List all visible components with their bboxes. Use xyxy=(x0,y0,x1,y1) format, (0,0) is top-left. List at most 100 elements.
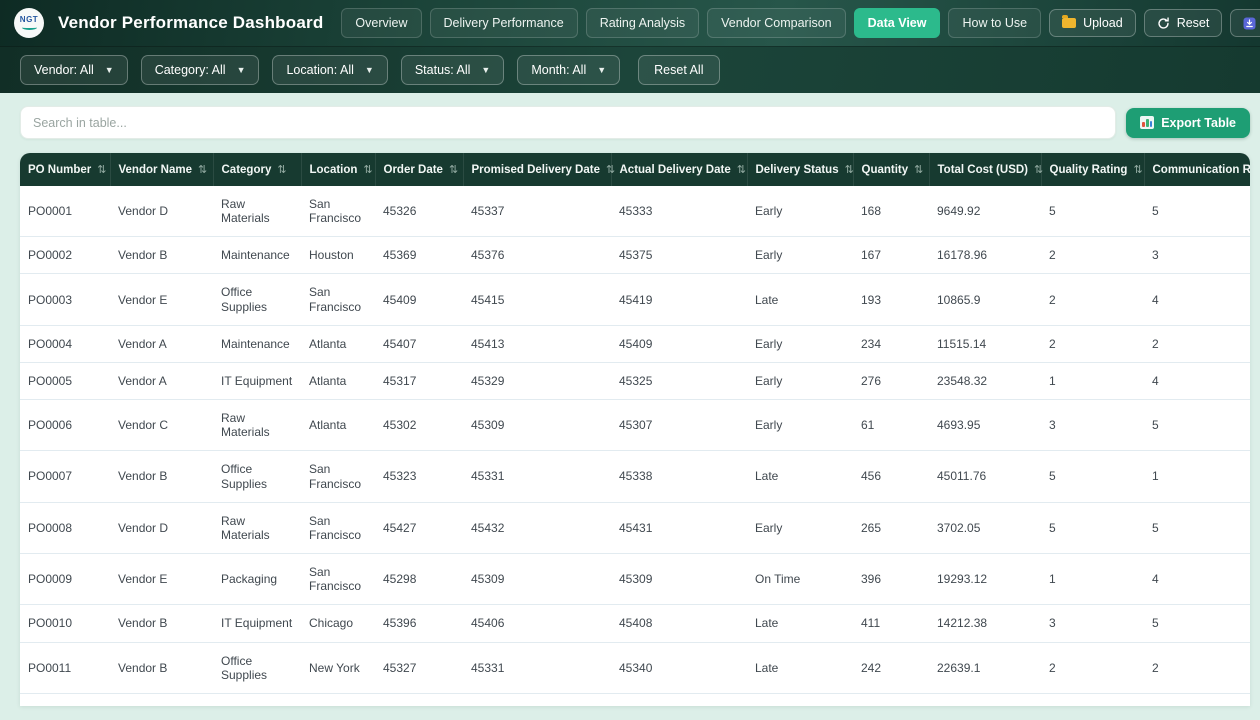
column-label: Order Date xyxy=(384,164,443,176)
cell-po: PO0005 xyxy=(20,362,110,399)
reset-button[interactable]: Reset xyxy=(1144,9,1223,37)
tab-vendor-comparison[interactable]: Vendor Comparison xyxy=(707,8,845,38)
cell-quantity: 276 xyxy=(853,362,929,399)
cell-category: Raw Materials xyxy=(213,400,301,451)
cell-actual-date: 45409 xyxy=(611,325,747,362)
column-label: Promised Delivery Date xyxy=(472,164,600,176)
column-header-quantity[interactable]: Quantity⇅ xyxy=(853,153,929,186)
logo-swoosh-icon xyxy=(22,25,37,30)
tab-data-view[interactable]: Data View xyxy=(854,8,941,38)
filter-dropdown-location[interactable]: Location: All▼ xyxy=(272,55,387,85)
column-header-po-number[interactable]: PO Number ⇅ xyxy=(20,153,110,186)
tab-delivery-performance[interactable]: Delivery Performance xyxy=(430,8,578,38)
cell-total-cost: 45011.76 xyxy=(929,451,1041,502)
cell-total-cost: 10865.9 xyxy=(929,274,1041,325)
cell-vendor: Vendor A xyxy=(110,325,213,362)
cell-actual-date: 45333 xyxy=(611,186,747,237)
cell-category: IT Equipment xyxy=(213,362,301,399)
cell-communication: 5 xyxy=(1144,605,1250,642)
cell-quantity: 411 xyxy=(853,605,929,642)
cell-total-cost: 23548.32 xyxy=(929,362,1041,399)
cell-po: PO0002 xyxy=(20,237,110,274)
export-table-button[interactable]: Export Table xyxy=(1126,108,1250,138)
filter-dropdown-category[interactable]: Category: All▼ xyxy=(141,55,260,85)
table-toolbar: Export Table xyxy=(20,106,1250,139)
filter-dropdown-status[interactable]: Status: All▼ xyxy=(401,55,505,85)
cell-total-cost: 4693.95 xyxy=(929,400,1041,451)
column-header-promised-delivery-date[interactable]: Promised Delivery Date⇅ xyxy=(463,153,611,186)
cell-po: PO0003 xyxy=(20,274,110,325)
export-button[interactable]: Export xyxy=(1230,9,1260,37)
cell-promised-date: 45415 xyxy=(463,274,611,325)
upload-button[interactable]: Upload xyxy=(1049,9,1136,37)
column-label: Category xyxy=(222,164,272,176)
filter-dropdown-month[interactable]: Month: All▼ xyxy=(517,55,620,85)
cell-po: PO0011 xyxy=(20,642,110,693)
cell-location: New York xyxy=(301,642,375,693)
filter-label: Status: All xyxy=(415,63,471,77)
cell-location: Houston xyxy=(301,237,375,274)
cell-total-cost: 9649.92 xyxy=(929,186,1041,237)
cell-vendor: Vendor D xyxy=(110,186,213,237)
cell-category: Packaging xyxy=(213,554,301,605)
page-title: Vendor Performance Dashboard xyxy=(58,13,323,33)
sort-icon: ⇅ xyxy=(198,164,207,176)
app-logo: NGT xyxy=(14,8,44,38)
cell-po: PO0010 xyxy=(20,605,110,642)
cell-quality: 5 xyxy=(1041,502,1144,553)
cell-actual-date: 45431 xyxy=(611,502,747,553)
cell-total-cost: 11515.14 xyxy=(929,325,1041,362)
column-header-vendor-name[interactable]: Vendor Name⇅ xyxy=(110,153,213,186)
tab-overview[interactable]: Overview xyxy=(341,8,421,38)
sort-icon: ⇅ xyxy=(277,164,286,176)
column-header-quality-rating[interactable]: Quality Rating⇅ xyxy=(1041,153,1144,186)
cell-status: Early xyxy=(747,362,853,399)
column-label: Quality Rating xyxy=(1050,164,1128,176)
cell-actual-date: 45309 xyxy=(611,554,747,605)
column-header-communication-rating[interactable]: Communication Rating⇅ xyxy=(1144,153,1250,186)
column-label: Delivery Status xyxy=(756,164,839,176)
column-header-order-date[interactable]: Order Date⇅ xyxy=(375,153,463,186)
reset-label: Reset xyxy=(1177,16,1210,30)
cell-communication: 2 xyxy=(1144,642,1250,693)
cell-actual-date: 45307 xyxy=(611,400,747,451)
tab-how-to-use[interactable]: How to Use xyxy=(948,8,1041,38)
cell-quantity: 265 xyxy=(853,502,929,553)
reset-icon xyxy=(1157,17,1170,30)
table-row: PO0006Vendor CRaw MaterialsAtlanta453024… xyxy=(20,400,1250,451)
filter-dropdown-vendor[interactable]: Vendor: All▼ xyxy=(20,55,128,85)
cell-quality: 2 xyxy=(1041,274,1144,325)
cell-po: PO0008 xyxy=(20,502,110,553)
cell-vendor: Vendor E xyxy=(110,554,213,605)
sort-icon: ⇅ xyxy=(737,164,746,176)
cell-quality: 2 xyxy=(1041,237,1144,274)
column-header-delivery-status[interactable]: Delivery Status⇅ xyxy=(747,153,853,186)
cell-promised-date: 45331 xyxy=(463,642,611,693)
column-header-actual-delivery-date[interactable]: Actual Delivery Date⇅ xyxy=(611,153,747,186)
cell-status: Early xyxy=(747,237,853,274)
cell-total-cost: 14212.38 xyxy=(929,605,1041,642)
column-header-total-cost-usd[interactable]: Total Cost (USD)⇅ xyxy=(929,153,1041,186)
tab-rating-analysis[interactable]: Rating Analysis xyxy=(586,8,699,38)
table-row: PO0009Vendor EPackagingSan Francisco4529… xyxy=(20,554,1250,605)
cell-po: PO0007 xyxy=(20,451,110,502)
column-label: Communication Rating xyxy=(1153,164,1251,176)
column-label: PO Number xyxy=(28,164,91,176)
cell-promised-date: 45376 xyxy=(463,237,611,274)
reset-all-button[interactable]: Reset All xyxy=(638,55,719,85)
cell-status: On Time xyxy=(747,554,853,605)
cell-status: Late xyxy=(747,274,853,325)
cell-communication: 4 xyxy=(1144,362,1250,399)
search-input[interactable] xyxy=(20,106,1116,139)
data-table-container: PO Number⇅Vendor Name⇅Category⇅Location⇅… xyxy=(20,153,1250,706)
column-header-category[interactable]: Category ⇅ xyxy=(213,153,301,186)
sort-icon: ⇅ xyxy=(97,164,106,176)
logo-text: NGT xyxy=(20,16,38,24)
table-row: PO0011Vendor BOffice SuppliesNew York453… xyxy=(20,642,1250,693)
column-header-location[interactable]: Location⇅ xyxy=(301,153,375,186)
cell-actual-date: 45340 xyxy=(611,642,747,693)
cell-quality: 2 xyxy=(1041,325,1144,362)
cell-quantity: 168 xyxy=(853,186,929,237)
filter-bar: Vendor: All▼ Category: All▼ Location: All▼… xyxy=(0,46,1260,93)
cell-quality: 2 xyxy=(1041,642,1144,693)
